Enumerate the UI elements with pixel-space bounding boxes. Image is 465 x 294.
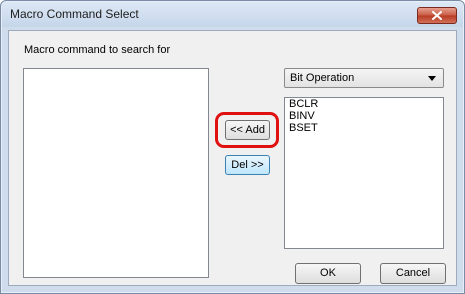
- title-bar[interactable]: Macro Command Select: [2, 2, 463, 27]
- window-title: Macro Command Select: [10, 7, 139, 21]
- add-button-highlight: [215, 112, 279, 148]
- close-button[interactable]: [417, 7, 457, 24]
- search-results-list[interactable]: [23, 68, 209, 278]
- command-item[interactable]: BSET: [285, 122, 443, 134]
- dropdown-arrow-icon: [428, 76, 436, 81]
- category-dropdown[interactable]: Bit Operation: [284, 68, 444, 88]
- command-list[interactable]: BCLR BINV BSET: [284, 97, 444, 249]
- ok-button[interactable]: OK: [295, 263, 361, 284]
- dialog-body: Macro command to search for Bit Operatio…: [8, 30, 457, 286]
- macro-command-select-dialog: Macro Command Select Macro command to se…: [0, 0, 465, 294]
- command-item[interactable]: BINV: [285, 110, 443, 122]
- delete-button[interactable]: Del >>: [225, 155, 270, 175]
- command-item[interactable]: BCLR: [285, 98, 443, 110]
- category-selected: Bit Operation: [290, 72, 355, 84]
- search-label: Macro command to search for: [24, 44, 171, 56]
- cancel-button[interactable]: Cancel: [380, 263, 446, 284]
